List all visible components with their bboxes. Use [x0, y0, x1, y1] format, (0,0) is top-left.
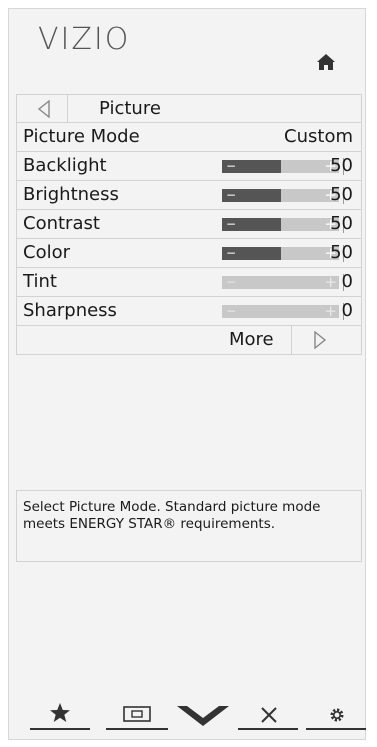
minus-icon: −: [226, 188, 237, 202]
slider-value: 50: [330, 184, 353, 205]
menu-header-row: Picture: [16, 94, 362, 123]
input-button[interactable]: [106, 700, 168, 730]
minus-icon: −: [226, 246, 237, 260]
slider-value: 50: [330, 155, 353, 176]
slider-label: Color: [23, 242, 70, 263]
underline: [106, 728, 168, 730]
minus-icon: −: [226, 275, 237, 289]
slider-label: Sharpness: [23, 300, 117, 321]
slider-label: Contrast: [23, 213, 100, 234]
vizio-menu-button[interactable]: [175, 700, 231, 730]
color-slider[interactable]: − +: [222, 245, 344, 262]
slider-row-backlight[interactable]: Backlight − + 50: [16, 152, 362, 181]
underline: [238, 728, 298, 730]
bottom-toolbar: [30, 700, 366, 730]
slider-row-sharpness[interactable]: Sharpness − + 0: [16, 297, 362, 326]
vizio-v-icon: [177, 706, 229, 726]
picture-mode-label: Picture Mode: [23, 126, 140, 147]
slider-label: Backlight: [23, 155, 107, 176]
slider-value: 0: [341, 271, 353, 292]
slider-label: Brightness: [23, 184, 119, 205]
more-row[interactable]: More: [16, 326, 362, 355]
favorites-button[interactable]: [30, 700, 90, 730]
minus-icon: −: [226, 217, 237, 231]
home-icon[interactable]: [316, 52, 336, 72]
backlight-slider[interactable]: − +: [222, 158, 344, 175]
sharpness-slider[interactable]: − +: [222, 302, 344, 320]
plus-icon: +: [324, 302, 337, 320]
minus-icon: −: [226, 304, 237, 318]
underline: [306, 728, 366, 730]
underline: [30, 728, 90, 730]
plus-icon: +: [324, 273, 337, 291]
minus-icon: −: [226, 159, 237, 173]
settings-button[interactable]: [306, 700, 366, 730]
forward-arrow-icon[interactable]: [313, 331, 327, 349]
divider: [67, 95, 68, 123]
menu-title: Picture: [99, 98, 161, 119]
help-description: Select Picture Mode. Standard picture mo…: [16, 490, 362, 562]
picture-mode-row[interactable]: Picture Mode Custom: [16, 123, 362, 152]
slider-value: 50: [330, 213, 353, 234]
slider-row-tint[interactable]: Tint − + 0: [16, 268, 362, 297]
contrast-slider[interactable]: − +: [222, 216, 344, 233]
gear-icon: [330, 708, 344, 722]
screen-icon: [123, 706, 151, 722]
close-icon: [261, 707, 277, 723]
back-arrow-icon[interactable]: [37, 100, 51, 118]
divider: [291, 326, 292, 354]
slider-row-brightness[interactable]: Brightness − + 50: [16, 181, 362, 210]
picture-mode-value: Custom: [284, 126, 353, 147]
picture-menu: Picture Picture Mode Custom Backlight − …: [16, 94, 362, 355]
tint-slider[interactable]: − +: [222, 273, 344, 291]
slider-value: 50: [330, 242, 353, 263]
brightness-slider[interactable]: − +: [222, 187, 344, 204]
slider-value: 0: [341, 300, 353, 321]
slider-row-color[interactable]: Color − + 50: [16, 239, 362, 268]
slider-label: Tint: [23, 271, 57, 292]
exit-button[interactable]: [238, 700, 298, 730]
more-label: More: [229, 329, 274, 350]
slider-row-contrast[interactable]: Contrast − + 50: [16, 210, 362, 239]
vizio-logo: VIZIO: [38, 22, 131, 57]
star-icon: [50, 703, 70, 722]
